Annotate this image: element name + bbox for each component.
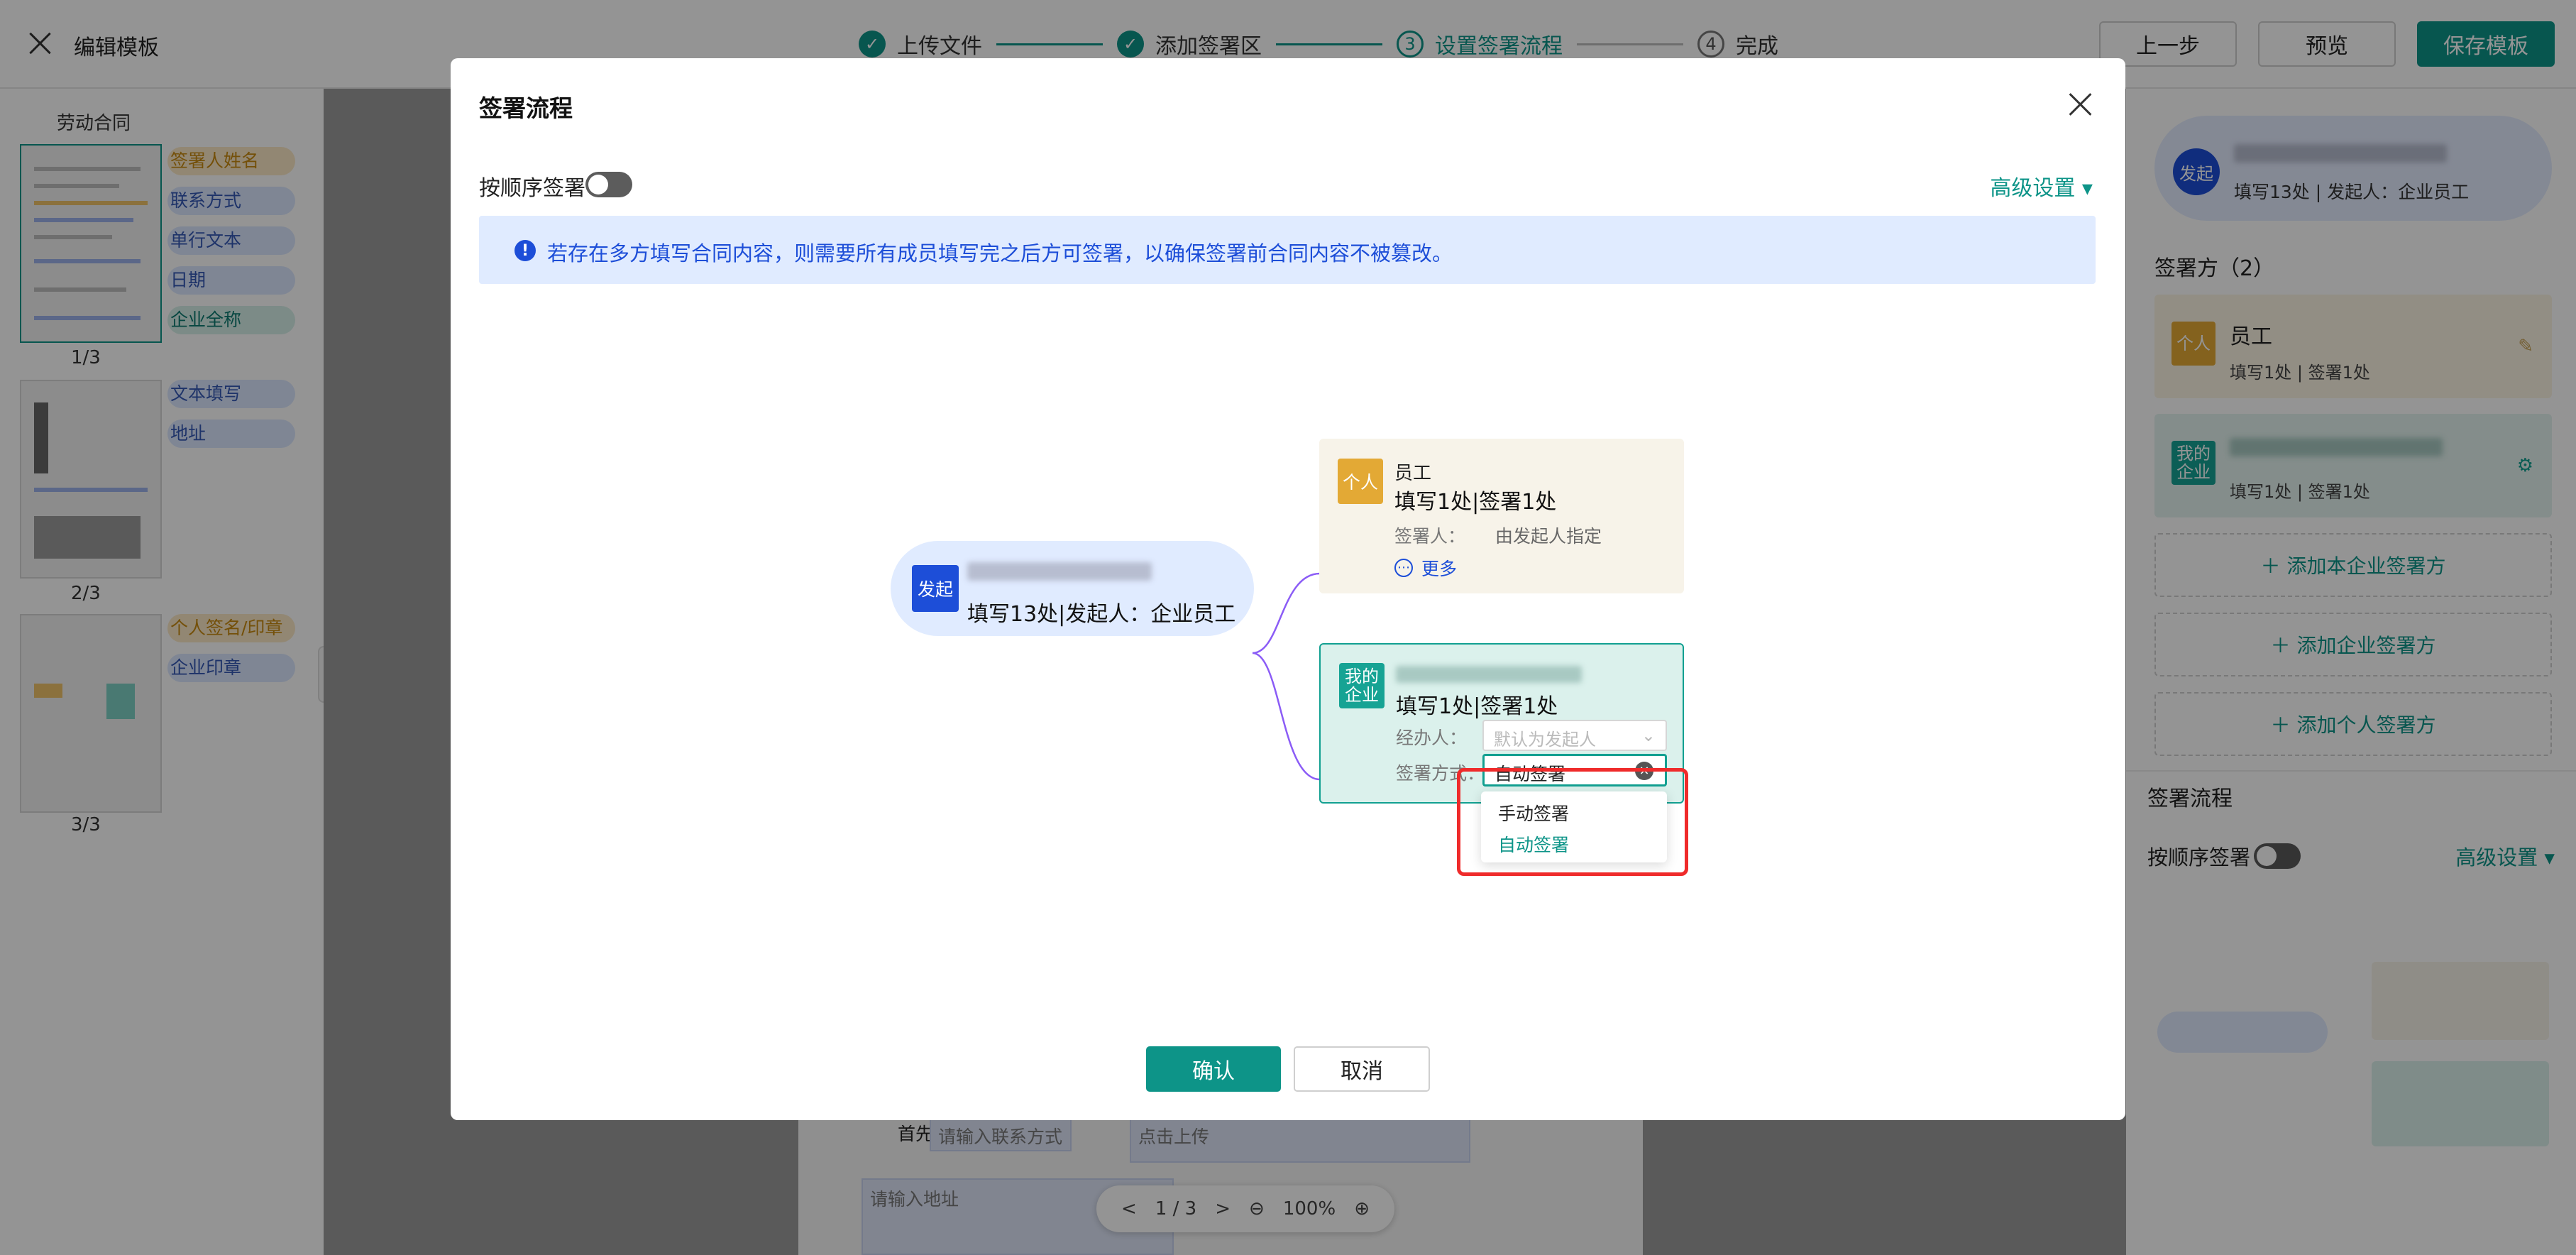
enterprise-badge: 我的 企业 (1339, 663, 1385, 708)
dialog-title: 签署流程 (479, 94, 573, 122)
person-badge: 个人 (1338, 459, 1383, 504)
confirm-button[interactable]: 确认 (1146, 1046, 1281, 1092)
highlight-box (1457, 768, 1688, 876)
cancel-button[interactable]: 取消 (1294, 1046, 1430, 1092)
handler-select[interactable]: 默认为发起人 ⌄ (1482, 720, 1667, 751)
close-icon[interactable] (2069, 92, 2093, 116)
initiator-node[interactable]: 发起 填写13处|发起人：企业员工 (891, 541, 1254, 636)
blurred-company-name (967, 562, 1152, 581)
initiator-badge: 发起 (912, 565, 959, 612)
flow-connector (1253, 572, 1321, 781)
more-link[interactable]: ⋯ 更多 (1394, 555, 1457, 581)
info-icon: ! (514, 240, 536, 261)
sequential-sign-label: 按顺序签署 (479, 176, 585, 201)
sequential-sign-toggle[interactable] (585, 172, 632, 197)
sign-flow-dialog: 签署流程 按顺序签署 高级设置 ▾ ! 若存在多方填写合同内容，则需要所有成员填… (451, 58, 2125, 1120)
advanced-settings-link[interactable]: 高级设置 ▾ (1990, 170, 2093, 202)
more-icon: ⋯ (1394, 559, 1413, 577)
person-signer-node[interactable]: 个人 员工 填写1处|签署1处 签署人： 由发起人指定 ⋯ 更多 (1319, 439, 1684, 593)
chevron-down-icon: ⌄ (1641, 725, 1656, 745)
blurred-company-name (1396, 666, 1582, 683)
info-notice: ! 若存在多方填写合同内容，则需要所有成员填写完之后方可签署，以确保签署前合同内… (479, 216, 2096, 284)
